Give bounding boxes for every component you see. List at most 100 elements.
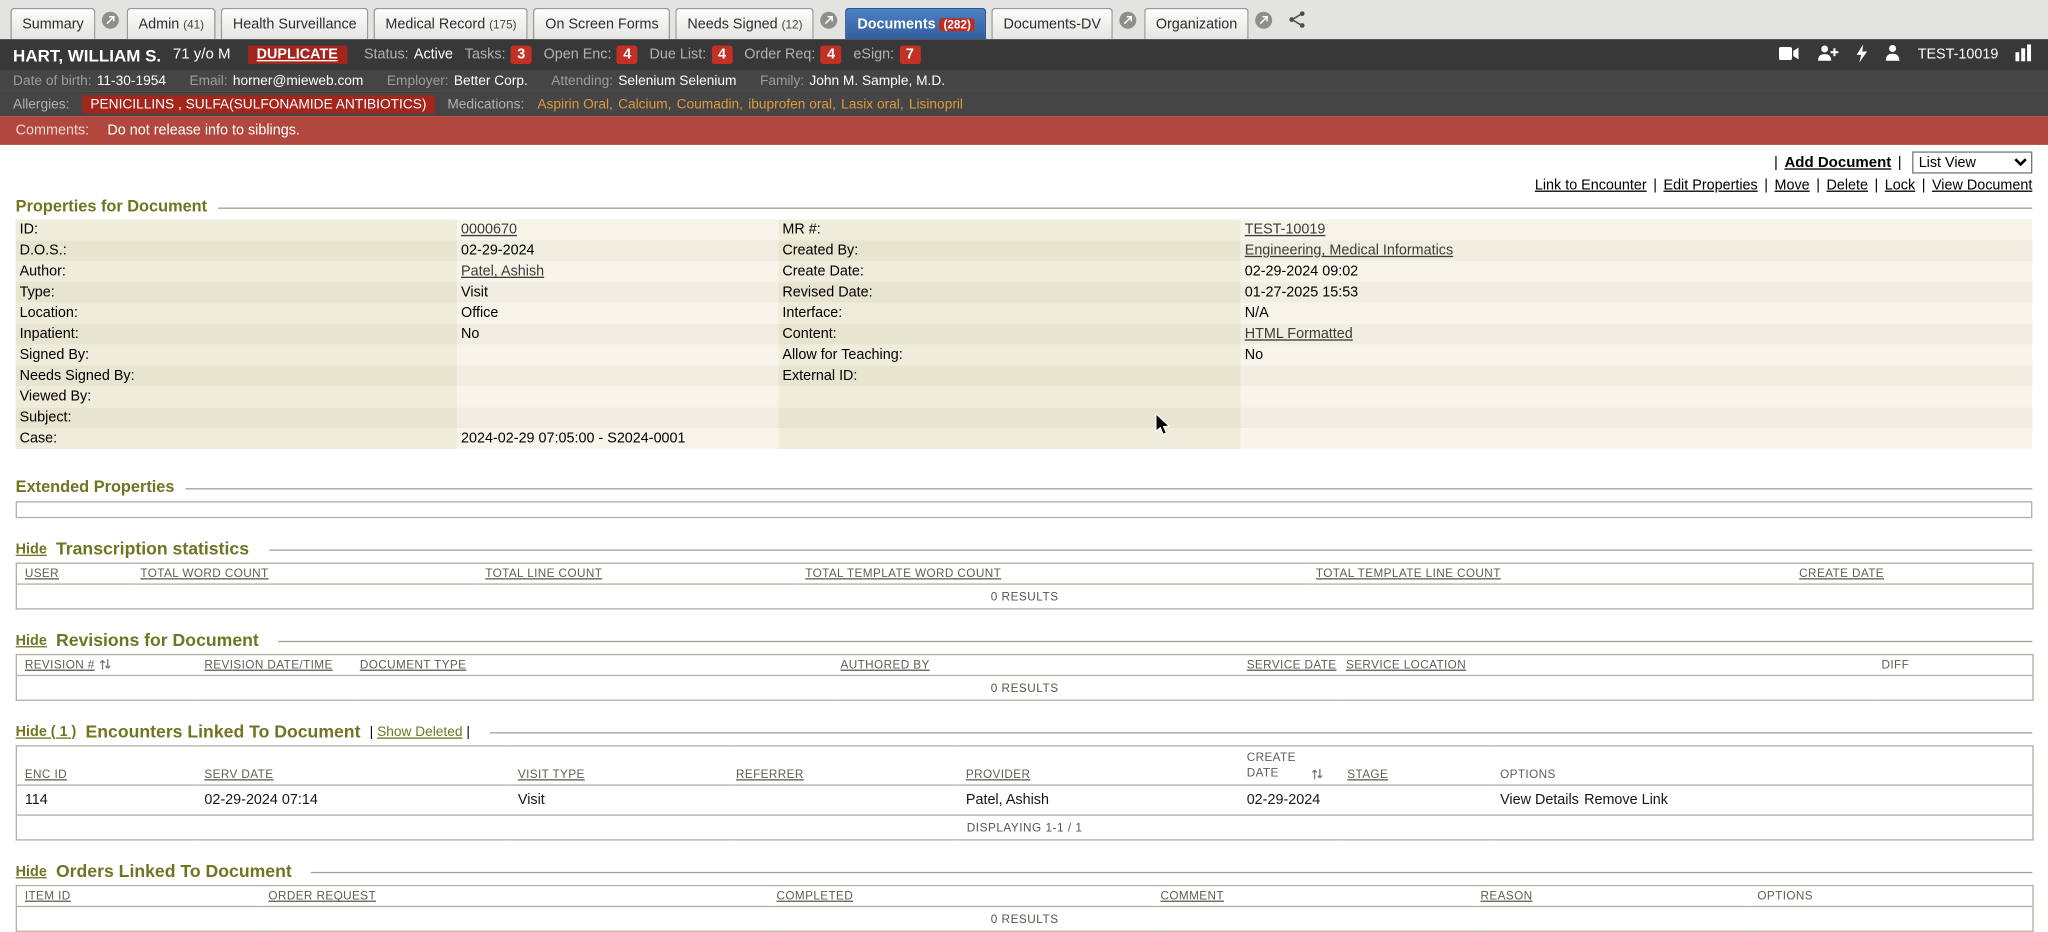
column-header[interactable]: CREATE DATE: [1239, 746, 1340, 786]
column-header[interactable]: SERV DATE: [197, 746, 510, 786]
edit-properties-link[interactable]: Edit Properties: [1663, 177, 1757, 193]
column-header[interactable]: REFERRER: [728, 746, 958, 786]
order-req-count-badge[interactable]: 4: [821, 46, 842, 64]
tab-popout-icon[interactable]: [1119, 11, 1136, 28]
view-details-link[interactable]: View Details: [1500, 793, 1579, 809]
tab-health-surveillance[interactable]: Health Surveillance: [221, 8, 368, 39]
column-header[interactable]: TOTAL TEMPLATE WORD COUNT: [797, 563, 1308, 584]
move-link[interactable]: Move: [1775, 177, 1810, 193]
prop-label: [778, 386, 1240, 407]
add-document-link[interactable]: Add Document: [1784, 155, 1891, 171]
created-by-link[interactable]: Engineering, Medical Informatics: [1245, 243, 1453, 259]
content-format-link[interactable]: HTML Formatted: [1245, 326, 1353, 342]
mr-number-link[interactable]: TEST-10019: [1245, 222, 1326, 238]
column-header[interactable]: PROVIDER: [958, 746, 1239, 786]
separator: |: [1898, 155, 1902, 171]
medication-link[interactable]: Aspirin Oral,: [537, 97, 612, 113]
section-title: Revisions for Document: [56, 630, 259, 650]
allergy-badge[interactable]: PENICILLINS , SULFA(SULFONAMIDE ANTIBIOT…: [83, 95, 435, 113]
column-header[interactable]: REASON: [1473, 886, 1750, 907]
column-header[interactable]: USER: [16, 563, 132, 584]
table-row: ID:0000670MR #:TEST-10019: [16, 219, 2033, 240]
document-toolbar: | Add Document | List View: [16, 151, 2033, 173]
column-header[interactable]: SERVICE LOCATION: [1338, 655, 1874, 676]
separator: |: [1875, 177, 1879, 193]
tab-documents-dv[interactable]: Documents-DV: [992, 8, 1113, 39]
visit-type-cell: Visit: [510, 785, 728, 815]
column-header[interactable]: SERVICE DATE: [1239, 655, 1338, 676]
attending-label: Attending:: [551, 73, 613, 89]
lightning-icon[interactable]: [1856, 44, 1868, 66]
document-properties-content: | Add Document | List View Link to Encou…: [0, 151, 2048, 932]
column-header[interactable]: ENC ID: [16, 746, 196, 786]
column-header[interactable]: REVISION #: [16, 655, 196, 676]
view-document-link[interactable]: View Document: [1932, 177, 2032, 193]
prop-label: Interface:: [778, 303, 1240, 324]
medication-link[interactable]: Lisinopril: [909, 97, 963, 113]
share-icon[interactable]: [1288, 10, 1306, 28]
column-header: DIFF: [1874, 655, 2033, 676]
column-header[interactable]: TOTAL LINE COUNT: [477, 563, 797, 584]
user-icon[interactable]: [1885, 44, 1901, 65]
lock-link[interactable]: Lock: [1885, 177, 1915, 193]
tab-on-screen-forms[interactable]: On Screen Forms: [534, 8, 671, 39]
tab-needs-signed[interactable]: Needs Signed(12): [676, 8, 815, 39]
document-id-link[interactable]: 0000670: [461, 222, 517, 238]
hide-orders-link[interactable]: Hide: [16, 864, 47, 880]
column-header[interactable]: COMMENT: [1153, 886, 1473, 907]
column-header[interactable]: COMPLETED: [769, 886, 1153, 907]
column-header[interactable]: DOCUMENT TYPE: [352, 655, 833, 676]
add-user-icon[interactable]: [1817, 44, 1839, 65]
tab-label: Medical Record: [385, 16, 485, 32]
video-icon[interactable]: [1779, 45, 1800, 65]
properties-table: ID:0000670MR #:TEST-10019 D.O.S.:02-29-2…: [16, 219, 2033, 449]
divider: [269, 549, 2033, 550]
options-cell: View Details Remove Link: [1492, 785, 2033, 815]
esign-count-badge[interactable]: 7: [899, 46, 920, 64]
show-deleted-link[interactable]: Show Deleted: [377, 724, 462, 740]
tasks-count-badge[interactable]: 3: [511, 46, 532, 64]
extended-properties-header: Extended Properties: [16, 478, 2033, 496]
tab-popout-icon[interactable]: [1256, 11, 1273, 28]
duplicate-flag[interactable]: DUPLICATE: [248, 46, 347, 64]
column-header[interactable]: REVISION DATE/TIME: [197, 655, 352, 676]
tab-documents[interactable]: Documents(282): [846, 8, 987, 39]
prop-value: [1241, 365, 2033, 386]
tab-label: Documents-DV: [1004, 16, 1101, 32]
prop-value: [1241, 386, 2033, 407]
medication-link[interactable]: Lasix oral,: [841, 97, 904, 113]
tab-organization[interactable]: Organization: [1144, 8, 1249, 39]
hide-transcription-link[interactable]: Hide: [16, 541, 47, 557]
column-header[interactable]: TOTAL WORD COUNT: [133, 563, 478, 584]
view-mode-select[interactable]: List View: [1912, 151, 2032, 173]
chart-icon[interactable]: [2015, 44, 2035, 65]
column-header[interactable]: AUTHORED BY: [833, 655, 1239, 676]
separator: |: [1653, 177, 1657, 193]
tab-popout-icon[interactable]: [821, 11, 838, 28]
tab-medical-record[interactable]: Medical Record(175): [374, 8, 529, 39]
hide-revisions-link[interactable]: Hide: [16, 632, 47, 648]
medication-link[interactable]: Calcium,: [618, 97, 671, 113]
medications-label: Medications:: [447, 97, 524, 113]
tab-admin[interactable]: Admin(41): [127, 8, 216, 39]
column-header[interactable]: VISIT TYPE: [510, 746, 728, 786]
tasks-label: Tasks:: [465, 47, 506, 63]
open-enc-count-badge[interactable]: 4: [617, 46, 638, 64]
column-header[interactable]: ITEM ID: [16, 886, 260, 907]
delete-link[interactable]: Delete: [1826, 177, 1868, 193]
medication-link[interactable]: ibuprofen oral,: [748, 97, 836, 113]
tab-popout-icon[interactable]: [102, 11, 119, 28]
due-list-count-badge[interactable]: 4: [711, 46, 732, 64]
tab-summary[interactable]: Summary: [10, 8, 95, 39]
column-header[interactable]: TOTAL TEMPLATE LINE COUNT: [1308, 563, 1791, 584]
link-to-encounter-link[interactable]: Link to Encounter: [1535, 177, 1647, 193]
column-header[interactable]: STAGE: [1339, 746, 1492, 786]
table-row: Location:OfficeInterface:N/A: [16, 303, 2033, 324]
medication-link[interactable]: Coumadin,: [677, 97, 743, 113]
patient-header: HART, WILLIAM S. 71 y/o M DUPLICATE Stat…: [0, 39, 2048, 70]
author-link[interactable]: Patel, Ashish: [461, 264, 544, 280]
column-header[interactable]: ORDER REQUEST: [261, 886, 769, 907]
hide-encounters-link[interactable]: Hide ( 1 ): [16, 724, 77, 740]
column-header[interactable]: CREATE DATE: [1791, 563, 2033, 584]
remove-link-link[interactable]: Remove Link: [1584, 793, 1668, 809]
